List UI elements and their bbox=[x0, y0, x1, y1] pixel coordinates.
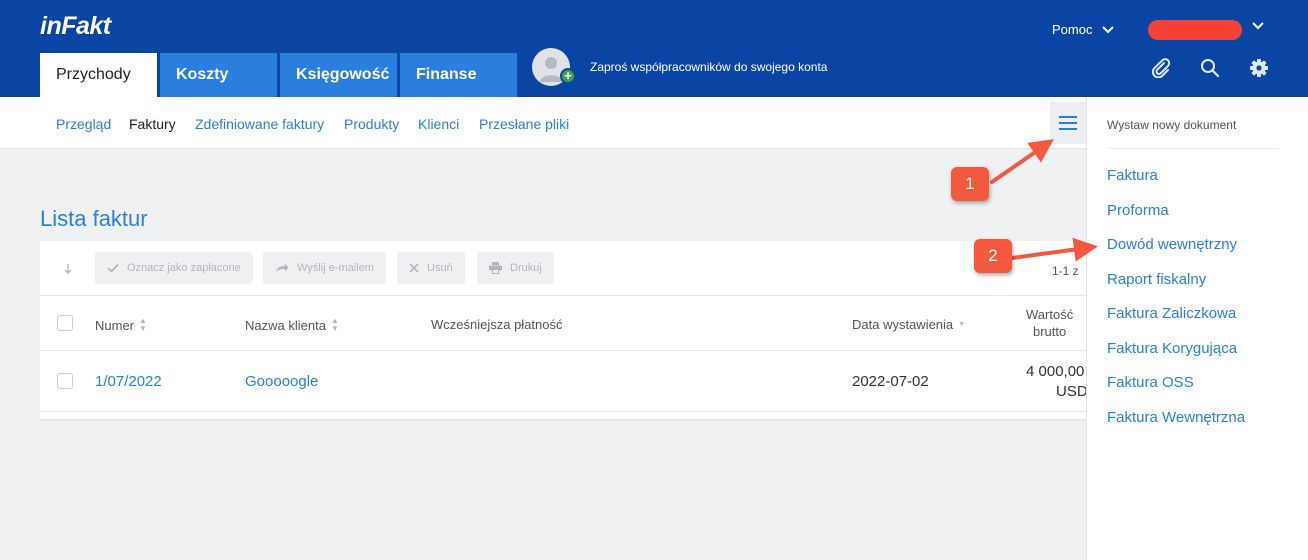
pagination-info: 1-1 z bbox=[1052, 264, 1079, 278]
sub-navigation: Przegląd Faktury Zdefiniowane faktury Pr… bbox=[0, 97, 1086, 149]
sort-arrows-icon: ▲ ▼ bbox=[139, 316, 147, 333]
invite-colleagues[interactable]: + Zaproś współpracowników do swojego kon… bbox=[532, 48, 827, 86]
help-label: Pomoc bbox=[1052, 22, 1093, 37]
invoice-list-card: Oznacz jako zapłacone Wyślij e-mailem Us… bbox=[40, 241, 1088, 421]
column-header-number[interactable]: Numer ▲ ▼ bbox=[95, 317, 147, 333]
invoice-number-link[interactable]: 1/07/2022 bbox=[95, 373, 162, 390]
top-header: inFakt Przychody Koszty Księgowość Finan… bbox=[0, 0, 1308, 97]
subnav-przeslane-pliki[interactable]: Przesłane pliki bbox=[479, 116, 569, 132]
sort-icon[interactable] bbox=[62, 263, 72, 275]
currency: USD bbox=[1056, 383, 1088, 400]
new-doc-proforma[interactable]: Proforma bbox=[1107, 202, 1169, 219]
search-icon[interactable] bbox=[1200, 58, 1220, 78]
paperclip-icon[interactable] bbox=[1151, 58, 1171, 78]
column-header-gross-value[interactable]: Wartość brutto bbox=[1026, 307, 1073, 339]
close-icon bbox=[409, 263, 419, 273]
subnav-klienci[interactable]: Klienci bbox=[418, 116, 459, 132]
divider bbox=[40, 295, 1086, 296]
page-title: Lista faktur bbox=[40, 206, 148, 231]
column-header-issue-date[interactable]: Data wystawienia ▼ bbox=[852, 317, 965, 332]
gear-icon[interactable] bbox=[1249, 58, 1269, 78]
avatar: + bbox=[532, 48, 576, 86]
share-arrow-icon bbox=[276, 263, 289, 272]
mark-paid-label: Oznacz jako zapłacone bbox=[127, 262, 241, 274]
delete-button[interactable]: Usuń bbox=[397, 252, 465, 284]
print-label: Drukuj bbox=[510, 262, 542, 274]
chevron-down-icon[interactable] bbox=[1252, 22, 1264, 30]
check-icon bbox=[107, 263, 119, 273]
divider bbox=[1107, 148, 1279, 149]
annotation-badge-2: 2 bbox=[974, 239, 1012, 273]
print-button[interactable]: Drukuj bbox=[477, 252, 554, 284]
redacted-user-name[interactable] bbox=[1148, 20, 1242, 40]
annotation-badge-1: 1 bbox=[951, 167, 989, 201]
subnav-produkty[interactable]: Produkty bbox=[344, 116, 399, 132]
new-document-menu-button[interactable] bbox=[1050, 102, 1086, 144]
app-logo[interactable]: inFakt bbox=[40, 12, 111, 41]
column-gross-label-line2: brutto bbox=[1032, 324, 1067, 339]
invite-text: Zaproś współpracowników do swojego konta bbox=[590, 60, 828, 74]
column-client-label: Nazwa klienta bbox=[245, 317, 326, 333]
send-email-label: Wyślij e-mailem bbox=[297, 262, 374, 274]
panel-heading: Wystaw nowy dokument bbox=[1107, 118, 1237, 132]
row-checkbox[interactable] bbox=[57, 373, 73, 389]
new-doc-faktura-zaliczkowa[interactable]: Faktura Zaliczkowa bbox=[1107, 305, 1236, 322]
help-menu[interactable]: Pomoc bbox=[1052, 22, 1115, 37]
gross-amount: 4 000,00 bbox=[1026, 363, 1085, 380]
chevron-down-icon bbox=[1102, 25, 1115, 33]
tab-ksiegowosc[interactable]: Księgowość bbox=[280, 53, 397, 97]
column-earlier-payment-label: Wcześniejsza płatność bbox=[431, 317, 563, 332]
plus-icon: + bbox=[560, 68, 576, 84]
select-all-checkbox[interactable] bbox=[57, 315, 73, 331]
printer-icon bbox=[489, 262, 502, 274]
tab-przychody[interactable]: Przychody bbox=[40, 53, 157, 97]
new-doc-faktura-wewnetrzna[interactable]: Faktura Wewnętrzna bbox=[1107, 409, 1245, 426]
column-issue-date-label: Data wystawienia bbox=[852, 317, 954, 332]
new-doc-faktura-korygujaca[interactable]: Faktura Korygująca bbox=[1107, 340, 1237, 357]
new-doc-faktura-oss[interactable]: Faktura OSS bbox=[1107, 374, 1194, 391]
client-name-link[interactable]: Gooooogle bbox=[245, 373, 318, 390]
tab-finanse[interactable]: Finanse bbox=[400, 53, 517, 97]
subnav-przeglad[interactable]: Przegląd bbox=[56, 116, 111, 132]
column-header-earlier-payment: Wcześniejsza płatność bbox=[431, 317, 563, 332]
tab-koszty[interactable]: Koszty bbox=[160, 53, 277, 97]
sort-arrows-icon: ▲ ▼ bbox=[330, 316, 339, 333]
mark-paid-button[interactable]: Oznacz jako zapłacone bbox=[95, 252, 253, 284]
send-email-button[interactable]: Wyślij e-mailem bbox=[263, 252, 386, 284]
divider bbox=[40, 350, 1086, 351]
issue-date: 2022-07-02 bbox=[852, 373, 929, 390]
new-doc-raport-fiskalny[interactable]: Raport fiskalny bbox=[1107, 271, 1206, 288]
subnav-zdefiniowane-faktury[interactable]: Zdefiniowane faktury bbox=[195, 116, 324, 132]
hamburger-menu-icon bbox=[1059, 116, 1077, 130]
divider bbox=[40, 411, 1086, 412]
column-number-label: Numer bbox=[95, 317, 135, 333]
new-doc-faktura[interactable]: Faktura bbox=[1107, 167, 1158, 184]
column-header-client[interactable]: Nazwa klienta ▲ ▼ bbox=[245, 317, 339, 333]
column-gross-label-line1: Wartość bbox=[1026, 307, 1074, 322]
annotation-arrow-1 bbox=[990, 139, 1054, 184]
sort-desc-icon: ▼ bbox=[958, 320, 966, 328]
subnav-faktury[interactable]: Faktury bbox=[129, 116, 176, 132]
new-document-panel: Wystaw nowy dokument Faktura Proforma Do… bbox=[1086, 97, 1308, 560]
new-doc-dowod-wewnetrzny[interactable]: Dowód wewnętrzny bbox=[1107, 236, 1237, 253]
delete-label: Usuń bbox=[427, 262, 453, 274]
